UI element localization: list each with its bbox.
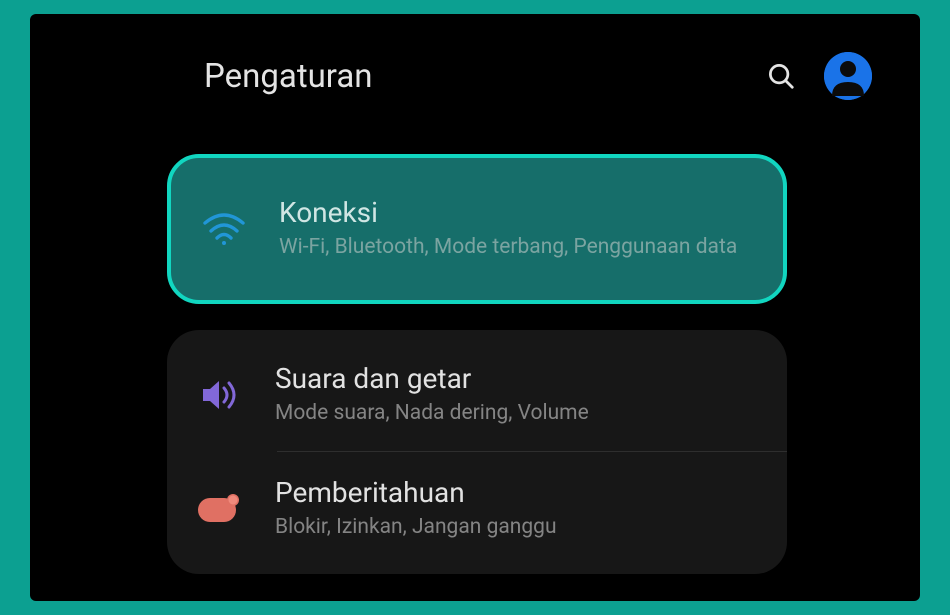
sound-icon — [197, 378, 243, 412]
header: Pengaturan — [30, 14, 920, 100]
page-title: Pengaturan — [204, 57, 373, 96]
settings-screen: Pengaturan — [30, 14, 920, 601]
settings-item-connections[interactable]: Koneksi Wi-Fi, Bluetooth, Mode terbang, … — [167, 154, 787, 304]
wifi-icon — [201, 213, 247, 245]
item-text: Pemberitahuan Blokir, Izinkan, Jangan ga… — [275, 476, 557, 541]
settings-item-notifications[interactable]: Pemberitahuan Blokir, Izinkan, Jangan ga… — [167, 452, 787, 565]
header-actions — [766, 52, 872, 100]
item-subtitle: Wi-Fi, Bluetooth, Mode terbang, Pengguna… — [279, 233, 737, 261]
notification-icon — [197, 494, 243, 524]
item-subtitle: Blokir, Izinkan, Jangan ganggu — [275, 513, 557, 541]
item-subtitle: Mode suara, Nada dering, Volume — [275, 399, 589, 427]
search-icon[interactable] — [766, 61, 796, 91]
item-text: Suara dan getar Mode suara, Nada dering,… — [275, 362, 589, 427]
account-avatar[interactable] — [824, 52, 872, 100]
settings-group: Suara dan getar Mode suara, Nada dering,… — [167, 330, 787, 574]
item-title: Pemberitahuan — [275, 476, 557, 509]
item-text: Koneksi Wi-Fi, Bluetooth, Mode terbang, … — [279, 196, 737, 261]
item-title: Suara dan getar — [275, 362, 589, 395]
item-title: Koneksi — [279, 196, 737, 229]
settings-item-sound[interactable]: Suara dan getar Mode suara, Nada dering,… — [167, 338, 787, 451]
